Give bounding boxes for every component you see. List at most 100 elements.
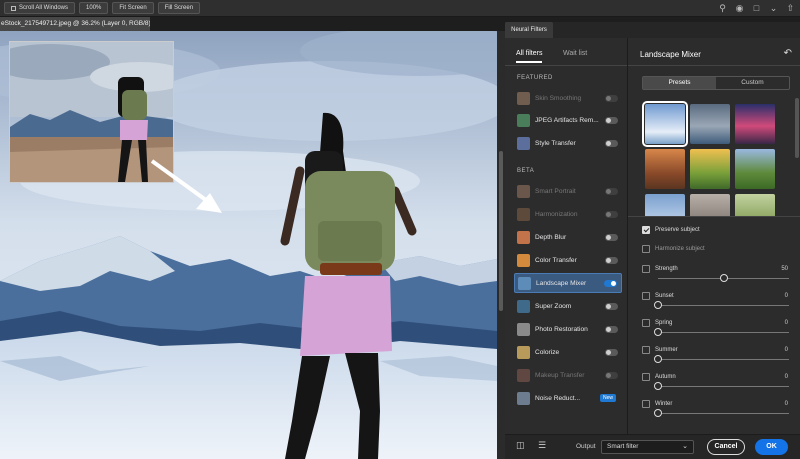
scroll-all-windows-button[interactable]: Scroll All Windows	[4, 2, 76, 14]
toggle-switch[interactable]	[605, 348, 618, 356]
tab-all-filters[interactable]: All filters	[516, 50, 543, 63]
reset-icon[interactable]: ↶	[784, 48, 792, 59]
fill-screen-button[interactable]: Fill Screen	[157, 2, 201, 14]
filter-thumbnail	[517, 113, 530, 127]
learn-icon[interactable]: ◉	[734, 3, 745, 14]
filter-thumbnail	[517, 253, 530, 267]
workspace-icon[interactable]: □	[751, 3, 762, 14]
autumn-checkbox[interactable]	[642, 373, 650, 381]
tab-wait-list[interactable]: Wait list	[563, 50, 587, 57]
preset-thumbnail[interactable]	[690, 149, 730, 189]
fit-screen-button[interactable]: Fit Screen	[112, 2, 154, 14]
preset-thumbnail[interactable]	[690, 104, 730, 144]
slider-track[interactable]	[658, 359, 789, 360]
filter-skin-smoothing[interactable]: Skin Smoothing	[514, 88, 622, 108]
toggle-switch[interactable]	[605, 325, 618, 333]
preserve-subject-label: Preserve subject	[655, 227, 700, 233]
share-icon[interactable]: ⇧	[785, 3, 796, 14]
toggle-switch[interactable]	[605, 187, 618, 195]
preset-thumbnail[interactable]	[735, 194, 775, 216]
slider-track[interactable]	[658, 413, 789, 414]
filter-landscape-mixer[interactable]: Landscape Mixer	[514, 273, 622, 293]
filter-super-zoom[interactable]: Super Zoom	[514, 296, 622, 316]
filter-thumbnail	[517, 299, 530, 313]
search-icon[interactable]: ⚲	[717, 3, 728, 14]
slider-knob[interactable]	[654, 409, 662, 417]
chevron-down-icon[interactable]: ⌄	[768, 3, 779, 14]
slider-value: 0	[784, 374, 788, 380]
options-bar: Scroll All Windows 100% Fit Screen Fill …	[0, 0, 800, 17]
slider-label: Winter	[655, 401, 673, 407]
presets-custom-switch: Presets Custom	[642, 76, 790, 90]
preset-thumbnail[interactable]	[735, 149, 775, 189]
preserve-subject-checkbox[interactable]	[642, 226, 650, 234]
toggle-switch[interactable]	[604, 279, 617, 287]
preset-thumbnail[interactable]	[645, 149, 685, 189]
slider-knob[interactable]	[654, 328, 662, 336]
filter-noise-reduction[interactable]: Noise Reduct... New	[514, 388, 622, 408]
slider-value: 50	[781, 266, 788, 272]
slider-knob[interactable]	[654, 301, 662, 309]
toggle-switch[interactable]	[605, 116, 618, 124]
filter-thumbnail	[517, 207, 530, 221]
toggle-switch[interactable]	[605, 371, 618, 379]
cancel-button[interactable]: Cancel	[707, 439, 745, 455]
slider-label: Strength	[655, 266, 678, 272]
slider-label: Sunset	[655, 293, 674, 299]
preset-thumbnail[interactable]	[690, 194, 730, 216]
slider-knob[interactable]	[719, 274, 728, 282]
canvas-scrollbar[interactable]	[497, 31, 505, 459]
filter-jpeg-artifacts[interactable]: JPEG Artifacts Rem...	[514, 110, 622, 130]
strength-checkbox[interactable]	[642, 265, 650, 273]
slider-track[interactable]	[658, 305, 789, 306]
filter-makeup-transfer[interactable]: Makeup Transfer	[514, 365, 622, 385]
filter-photo-restoration[interactable]: Photo Restoration	[514, 319, 622, 339]
sunset-checkbox[interactable]	[642, 292, 650, 300]
preset-scrollbar[interactable]	[795, 98, 799, 158]
section-beta: BETA	[517, 168, 535, 174]
preset-thumbnail[interactable]	[642, 101, 688, 147]
winter-checkbox[interactable]	[642, 400, 650, 408]
image-canvas[interactable]	[0, 31, 497, 459]
slider-knob[interactable]	[654, 382, 662, 390]
spring-checkbox[interactable]	[642, 319, 650, 327]
canvas-scrollbar-thumb[interactable]	[499, 151, 503, 311]
tab-custom[interactable]: Custom	[716, 77, 789, 89]
arrow-annotation	[150, 159, 222, 213]
zoom-100-button[interactable]: 100%	[79, 2, 109, 14]
divider	[628, 216, 800, 217]
harmonize-subject-checkbox[interactable]	[642, 245, 650, 253]
filter-style-transfer[interactable]: Style Transfer	[514, 133, 622, 153]
filter-color-transfer[interactable]: Color Transfer	[514, 250, 622, 270]
preset-thumbnail[interactable]	[735, 104, 775, 144]
filter-depth-blur[interactable]: Depth Blur	[514, 227, 622, 247]
preset-thumbnail[interactable]	[645, 194, 685, 216]
slider-track[interactable]	[658, 332, 789, 333]
slider-label: Spring	[655, 320, 673, 326]
section-featured: FEATURED	[517, 75, 553, 81]
output-label: Output	[576, 443, 596, 450]
toggle-switch[interactable]	[605, 302, 618, 310]
filter-thumbnail	[517, 322, 530, 336]
toggle-switch[interactable]	[605, 94, 618, 102]
document-tab[interactable]: eStock_217549712.jpeg @ 36.2% (Layer 0, …	[0, 17, 150, 31]
neural-filters-tab[interactable]: Neural Filters	[505, 22, 553, 38]
layers-icon[interactable]: ☰	[538, 440, 546, 451]
slider-knob[interactable]	[654, 355, 662, 363]
filter-harmonization[interactable]: Harmonization	[514, 204, 622, 224]
ok-button[interactable]: OK	[755, 439, 788, 455]
slider-value: 0	[784, 320, 788, 326]
tab-presets[interactable]: Presets	[643, 77, 716, 89]
toggle-switch[interactable]	[605, 210, 618, 218]
toggle-switch[interactable]	[605, 256, 618, 264]
checkbox-icon	[11, 5, 16, 11]
filter-smart-portrait[interactable]: Smart Portrait	[514, 181, 622, 201]
summer-checkbox[interactable]	[642, 346, 650, 354]
filter-thumbnail	[517, 368, 530, 382]
toggle-switch[interactable]	[605, 139, 618, 147]
compare-icon[interactable]: ◫	[516, 440, 525, 451]
output-select[interactable]: Smart filter ⌄	[601, 440, 694, 454]
toggle-switch[interactable]	[605, 233, 618, 241]
slider-track[interactable]	[658, 386, 789, 387]
filter-colorize[interactable]: Colorize	[514, 342, 622, 362]
